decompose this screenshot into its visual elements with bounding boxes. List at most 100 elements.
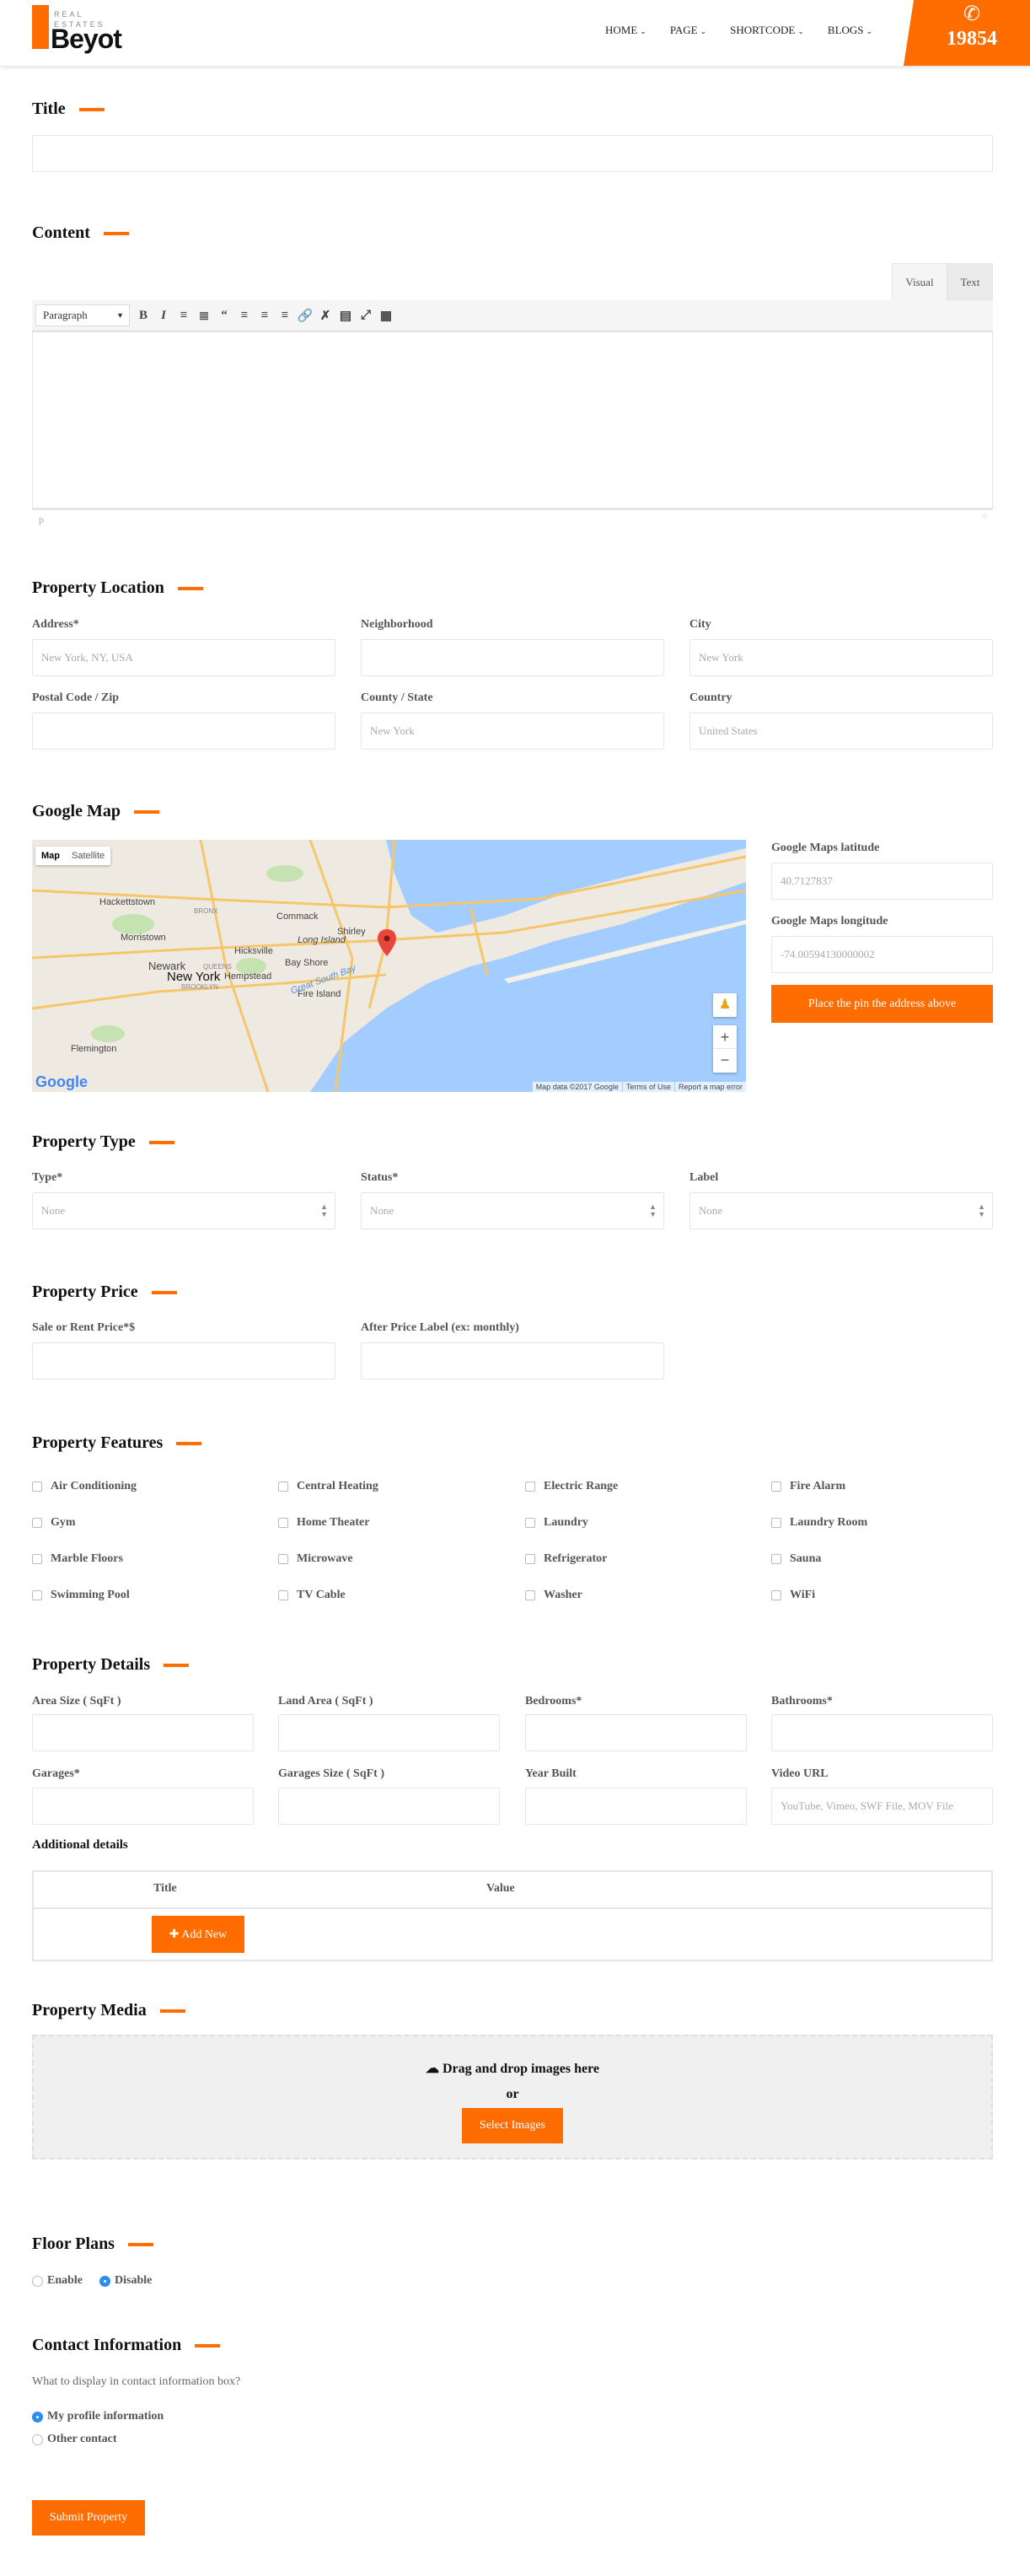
unlink-icon[interactable]: ✗ (315, 308, 335, 324)
map-label: BROOKLYN (181, 983, 218, 991)
county-input[interactable]: New York (361, 713, 664, 750)
label-select[interactable]: None ▲ ▼ (689, 1192, 993, 1229)
country-input[interactable]: United States (689, 713, 993, 750)
feature-checkbox[interactable]: Swimming Pool (32, 1589, 130, 1602)
google-map[interactable]: Map Satellite Hackettstown Morristown Ne… (32, 840, 746, 1092)
phone-number: 19854 (947, 28, 997, 50)
floor-plans-disable[interactable]: Disable (99, 2274, 152, 2288)
detail-input[interactable] (278, 1788, 500, 1825)
title-input[interactable] (32, 135, 993, 172)
detail-input[interactable] (32, 1788, 254, 1825)
feature-checkbox[interactable]: Home Theater (278, 1516, 369, 1530)
feature-checkbox[interactable]: Laundry (525, 1516, 588, 1530)
after-price-input[interactable] (361, 1342, 664, 1379)
map-canvas[interactable] (32, 840, 746, 1092)
italic-icon[interactable]: I (153, 309, 174, 323)
detail-input[interactable] (278, 1714, 500, 1751)
feature-checkbox[interactable]: Laundry Room (771, 1516, 867, 1530)
nav-page[interactable]: PAGE ⌄ (670, 24, 706, 37)
feature-checkbox[interactable]: Microwave (278, 1552, 353, 1566)
postal-input[interactable] (32, 713, 335, 750)
nav-label: SHORTCODE (730, 24, 796, 36)
feature-checkbox[interactable]: Marble Floors (32, 1552, 123, 1566)
chevron-down-icon: ⌄ (640, 27, 646, 35)
status-select-value: None (370, 1204, 394, 1217)
feature-checkbox[interactable]: Air Conditioning (32, 1480, 137, 1493)
zoom-out-button[interactable]: − (713, 1049, 737, 1073)
floor-plans-enable[interactable]: Enable (32, 2274, 83, 2288)
feature-checkbox[interactable]: Refrigerator (525, 1552, 607, 1566)
city-input[interactable]: New York (689, 639, 993, 676)
select-images-button[interactable]: Select Images (462, 2108, 563, 2143)
heading-text: Property Features (32, 1433, 164, 1452)
terms-link[interactable]: Terms of Use (622, 1082, 674, 1092)
street-view-pegman-icon[interactable]: ♟ (713, 993, 737, 1017)
map-type-map[interactable]: Map (35, 847, 66, 865)
address-input[interactable]: New York, NY, USA (32, 639, 335, 676)
feature-checkbox[interactable]: Electric Range (525, 1480, 618, 1493)
nav-home[interactable]: HOME ⌄ (605, 24, 646, 37)
place-pin-button[interactable]: Place the pin the address above (771, 985, 993, 1023)
heading-text: Title (32, 99, 66, 118)
feature-checkbox[interactable]: Washer (525, 1589, 582, 1602)
google-logo[interactable]: Google (35, 1073, 88, 1091)
report-error-link[interactable]: Report a map error (674, 1082, 746, 1092)
detail-input[interactable] (525, 1788, 747, 1825)
feature-checkbox[interactable]: Gym (32, 1516, 76, 1530)
feature-label: Microwave (297, 1552, 353, 1565)
add-new-button[interactable]: ✚ Add New (152, 1916, 244, 1953)
detail-input[interactable]: YouTube, Vimeo, SWF File, MOV File (771, 1788, 993, 1825)
numbered-list-icon[interactable]: ≣ (194, 308, 214, 324)
align-center-icon[interactable]: ≡ (255, 309, 275, 323)
feature-checkbox[interactable]: WiFi (771, 1589, 815, 1602)
bullet-list-icon[interactable]: ≡ (174, 309, 194, 323)
feature-checkbox[interactable]: Central Heating (278, 1480, 378, 1493)
resize-handle-icon[interactable]: ⁘ (981, 513, 988, 522)
heading-text: Property Media (32, 2001, 147, 2019)
bold-icon[interactable]: B (133, 309, 153, 323)
nav-blogs[interactable]: BLOGS ⌄ (828, 24, 872, 37)
caret-down-icon: ▼ (116, 311, 124, 320)
zoom-in-button[interactable]: + (713, 1025, 737, 1049)
map-label: Hempstead (224, 971, 272, 981)
fullscreen-icon[interactable]: ⤢ (356, 308, 376, 323)
checkbox-icon (771, 1482, 781, 1492)
toolbar-toggle-icon[interactable]: ▦ (376, 308, 396, 324)
phone-block[interactable]: ✆ 19854 (904, 0, 1030, 66)
logo[interactable]: REAL ESTATES Beyot (32, 5, 133, 57)
map-type-satellite[interactable]: Satellite (66, 847, 110, 865)
latitude-input[interactable]: 40.7127837 (771, 863, 993, 900)
price-label: Sale or Rent Price*$ (32, 1321, 136, 1334)
link-icon[interactable]: 🔗 (295, 308, 315, 324)
format-select[interactable]: Paragraph ▼ (35, 304, 130, 326)
status-select[interactable]: None ▲ ▼ (361, 1192, 664, 1229)
heading-accent (195, 2343, 221, 2347)
detail-label: Garages Size ( SqFt ) (278, 1767, 384, 1780)
longitude-input[interactable]: -74.00594130000002 (771, 936, 993, 973)
tab-visual[interactable]: Visual (892, 263, 947, 301)
content-editor[interactable] (32, 331, 993, 510)
read-more-icon[interactable]: ▤ (335, 308, 356, 324)
feature-checkbox[interactable]: Sauna (771, 1552, 821, 1566)
detail-input[interactable] (771, 1714, 993, 1751)
submit-property-button[interactable]: Submit Property (32, 2500, 145, 2536)
price-input[interactable] (32, 1342, 335, 1379)
feature-checkbox[interactable]: TV Cable (278, 1589, 346, 1602)
nav-shortcode[interactable]: SHORTCODE ⌄ (730, 24, 804, 37)
contact-other[interactable]: Other contact (32, 2433, 117, 2446)
detail-input[interactable] (525, 1714, 747, 1751)
type-select[interactable]: None ▲ ▼ (32, 1192, 335, 1229)
detail-input[interactable] (32, 1714, 254, 1751)
align-left-icon[interactable]: ≡ (234, 309, 255, 323)
select-arrows-icon: ▲ ▼ (320, 1202, 328, 1218)
feature-checkbox[interactable]: Fire Alarm (771, 1480, 845, 1493)
table-header-row: Title Value (34, 1872, 991, 1909)
align-right-icon[interactable]: ≡ (275, 309, 295, 323)
blockquote-icon[interactable]: “ (214, 309, 234, 323)
detail-label: Video URL (771, 1767, 829, 1780)
map-pin-icon[interactable] (378, 929, 396, 956)
add-new-label: Add New (181, 1928, 228, 1941)
neighborhood-input[interactable] (361, 639, 664, 676)
contact-my-profile[interactable]: My profile information (32, 2410, 164, 2423)
tab-text[interactable]: Text (947, 263, 993, 300)
